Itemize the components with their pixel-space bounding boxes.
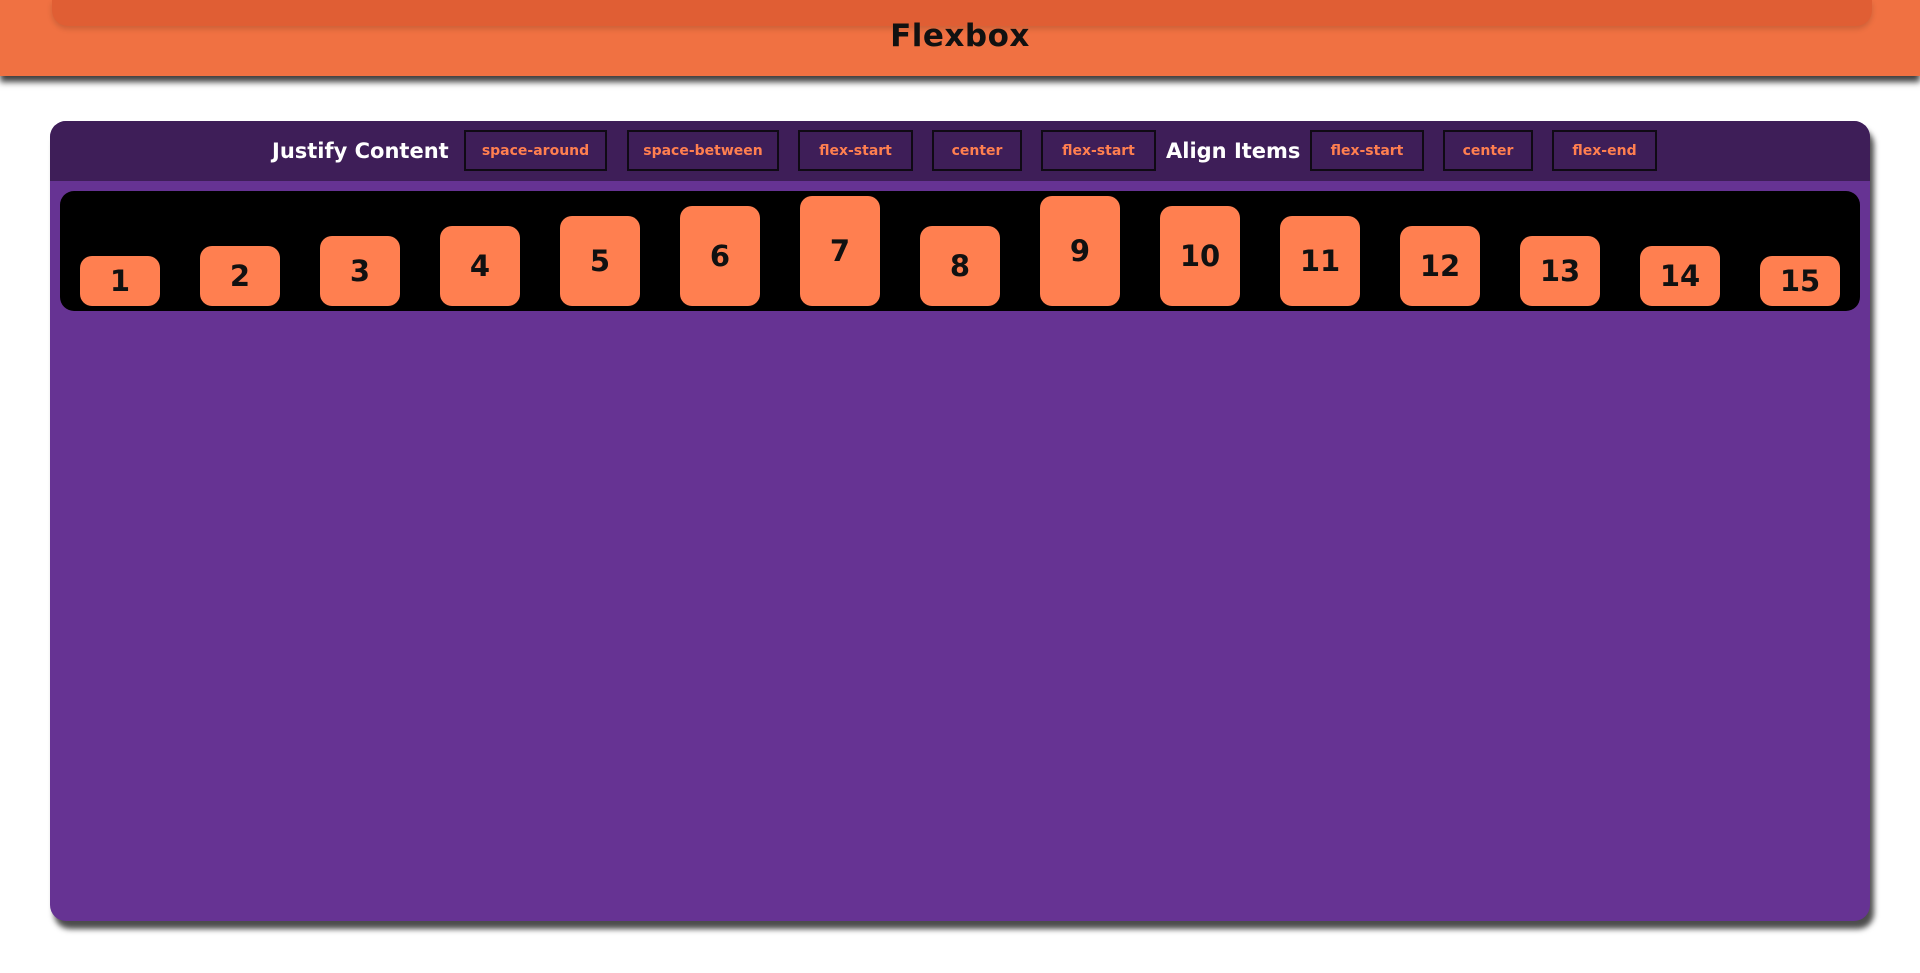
- flex-item: 6: [680, 206, 760, 306]
- flex-item: 5: [560, 216, 640, 306]
- align-flex-start-button[interactable]: flex-start: [1310, 130, 1424, 171]
- align-items-label: Align Items: [1166, 139, 1301, 163]
- justify-center-button[interactable]: center: [932, 130, 1022, 171]
- flexbox-panel: Justify Content space-around space-betwe…: [50, 121, 1870, 921]
- justify-space-around-button[interactable]: space-around: [464, 130, 607, 171]
- justify-space-between-button[interactable]: space-between: [627, 130, 779, 171]
- flex-item: 14: [1640, 246, 1720, 306]
- flex-item: 11: [1280, 216, 1360, 306]
- flex-item: 7: [800, 196, 880, 306]
- controls-bar: Justify Content space-around space-betwe…: [50, 121, 1870, 181]
- flex-item: 10: [1160, 206, 1240, 306]
- flex-item: 9: [1040, 196, 1120, 306]
- flex-item: 1: [80, 256, 160, 306]
- flex-item: 3: [320, 236, 400, 306]
- header-bar: Flexbox: [0, 0, 1920, 76]
- flex-item: 2: [200, 246, 280, 306]
- flex-item: 12: [1400, 226, 1480, 306]
- flex-item: 8: [920, 226, 1000, 306]
- flex-item: 13: [1520, 236, 1600, 306]
- flex-item: 4: [440, 226, 520, 306]
- align-center-button[interactable]: center: [1443, 130, 1533, 171]
- flex-container: 1 2 3 4 5 6 7 8 9 10 11 12 13 14 15: [60, 191, 1860, 311]
- justify-flex-start-button[interactable]: flex-start: [798, 130, 913, 171]
- page-title: Flexbox: [890, 18, 1030, 54]
- justify-content-label: Justify Content: [272, 139, 449, 163]
- justify-flex-start-button-2[interactable]: flex-start: [1041, 130, 1156, 171]
- align-flex-end-button[interactable]: flex-end: [1552, 130, 1657, 171]
- flex-item: 15: [1760, 256, 1840, 306]
